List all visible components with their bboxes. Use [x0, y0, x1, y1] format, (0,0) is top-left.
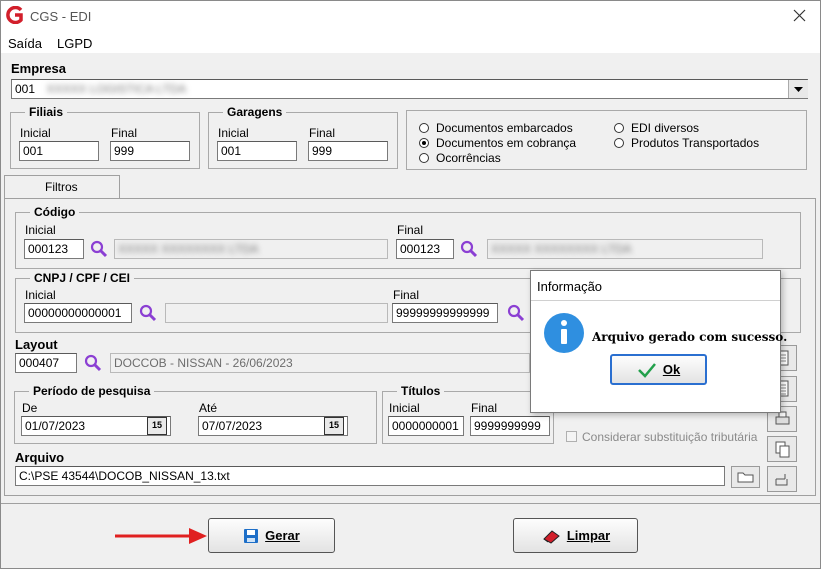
- search-icon[interactable]: [459, 239, 479, 259]
- red-arrow-annotation: [115, 528, 207, 544]
- codigo-final-input[interactable]: 000123: [396, 239, 454, 259]
- empresa-label: Empresa: [11, 61, 66, 76]
- codigo-inicial-label: Inicial: [25, 223, 56, 237]
- dialog-title: Informação: [537, 279, 603, 294]
- cnpj-final-input[interactable]: 99999999999999: [392, 303, 498, 323]
- ok-label: Ok: [662, 362, 681, 377]
- filiais-inicial-label: Inicial: [20, 126, 51, 140]
- codigo-inicial-input[interactable]: 000123: [24, 239, 84, 259]
- menu-item-lgpd[interactable]: LGPD: [57, 36, 92, 51]
- garagens-final-label: Final: [309, 126, 336, 140]
- menu-item-saida[interactable]: Saída: [8, 36, 42, 51]
- empresa-name: XXXXX LOGISTICA LTDA: [46, 82, 187, 96]
- garagens-inicial-input[interactable]: 001: [217, 141, 297, 161]
- dialog-titlebar: Informação: [531, 271, 780, 301]
- titulos-title: Títulos: [397, 384, 445, 398]
- radio-embarcados[interactable]: [419, 123, 429, 133]
- checkmark-icon: [637, 362, 656, 378]
- filiais-inicial-input[interactable]: 001: [19, 141, 99, 161]
- filiais-final-input[interactable]: 999: [110, 141, 190, 161]
- cnpj-inicial-name: [165, 303, 388, 323]
- close-icon[interactable]: [793, 9, 806, 22]
- side-button-4[interactable]: [767, 436, 797, 462]
- search-icon[interactable]: [89, 239, 109, 259]
- radio-edi-diversos[interactable]: [614, 123, 624, 133]
- save-icon: [244, 528, 259, 543]
- codigo-final-label: Final: [397, 223, 424, 237]
- filiais-final-label: Final: [111, 126, 138, 140]
- periodo-de-label: De: [22, 401, 38, 415]
- cnpj-inicial-input[interactable]: 00000000000001: [24, 303, 132, 323]
- radio-embarcados-label: Documentos embarcados: [436, 121, 573, 135]
- codigo-inicial-name: XXXXX XXXXXXXX LTDA: [114, 239, 388, 259]
- search-icon[interactable]: [138, 303, 158, 323]
- side-button-5[interactable]: [767, 466, 797, 492]
- titulos-final-label: Final: [471, 401, 498, 415]
- radio-cobranca-label: Documentos em cobrança: [436, 136, 577, 150]
- search-icon[interactable]: [83, 353, 103, 373]
- garagens-inicial-label: Inicial: [218, 126, 249, 140]
- radio-produtos[interactable]: [614, 138, 624, 148]
- browse-folder-button[interactable]: [731, 466, 760, 488]
- radio-produtos-label: Produtos Transportados: [631, 136, 760, 150]
- titulos-inicial-input[interactable]: 0000000001: [388, 416, 464, 436]
- cnpj-title: CNPJ / CPF / CEI: [30, 271, 135, 285]
- bottom-separator: [1, 503, 820, 504]
- calendar-button-de[interactable]: 15: [147, 417, 167, 435]
- layout-code-input[interactable]: 000407: [15, 353, 77, 373]
- radio-ocorrencias[interactable]: [419, 153, 429, 163]
- empresa-code: 001: [15, 82, 36, 96]
- gerar-button[interactable]: Gerar: [208, 518, 335, 553]
- radio-ocorrencias-label: Ocorrências: [436, 151, 501, 165]
- layout-description: DOCCOB - NISSAN - 26/06/2023: [110, 353, 530, 373]
- titulos-final-input[interactable]: 9999999999: [470, 416, 550, 436]
- cnpj-inicial-label: Inicial: [25, 288, 56, 302]
- garagens-final-input[interactable]: 999: [308, 141, 388, 161]
- gerar-label: Gerar: [265, 528, 300, 543]
- dialog-message: Arquivo gerado com sucesso.: [592, 330, 788, 344]
- folder-icon: [737, 472, 754, 483]
- search-icon[interactable]: [506, 303, 526, 323]
- codigo-title: Código: [30, 205, 80, 219]
- substituicao-label: Considerar substituição tributária: [582, 430, 758, 444]
- arquivo-label: Arquivo: [15, 450, 65, 465]
- titulos-inicial-label: Inicial: [389, 401, 420, 415]
- hand-pointer-icon: [775, 474, 788, 486]
- eraser-icon: [543, 529, 560, 544]
- substituicao-checkbox[interactable]: [566, 431, 577, 442]
- empresa-select[interactable]: 001 XXXXX LOGISTICA LTDA: [11, 79, 808, 99]
- tab-filtros[interactable]: Filtros: [4, 175, 120, 199]
- info-dialog: Informação Arquivo gerado com sucesso. O…: [530, 270, 787, 413]
- periodo-ate-label: Até: [199, 401, 218, 415]
- radio-cobranca[interactable]: [419, 138, 429, 148]
- copy-icon: [775, 441, 790, 458]
- title-bar: [1, 1, 820, 31]
- tab-filtros-label: Filtros: [45, 180, 78, 194]
- limpar-label: Limpar: [566, 528, 611, 543]
- chevron-down-icon: [794, 87, 803, 92]
- cnpj-final-label: Final: [393, 288, 420, 302]
- window-title: CGS - EDI: [30, 9, 92, 24]
- garagens-title: Garagens: [223, 105, 287, 119]
- app-logo-icon: [6, 6, 23, 24]
- info-icon: [544, 313, 584, 353]
- radio-edi-diversos-label: EDI diversos: [631, 121, 700, 135]
- codigo-final-name: XXXXX XXXXXXXX LTDA: [487, 239, 763, 259]
- empresa-dropdown-button[interactable]: [788, 80, 808, 98]
- layout-label: Layout: [15, 337, 58, 352]
- filiais-title: Filiais: [25, 105, 68, 119]
- ok-button[interactable]: Ok: [610, 354, 707, 385]
- arquivo-path-input[interactable]: C:\PSE 43544\DOCOB_NISSAN_13.txt: [15, 466, 725, 486]
- calendar-button-ate[interactable]: 15: [324, 417, 344, 435]
- menu-bar: [1, 31, 820, 53]
- periodo-title: Período de pesquisa: [29, 384, 155, 398]
- limpar-button[interactable]: Limpar: [513, 518, 638, 553]
